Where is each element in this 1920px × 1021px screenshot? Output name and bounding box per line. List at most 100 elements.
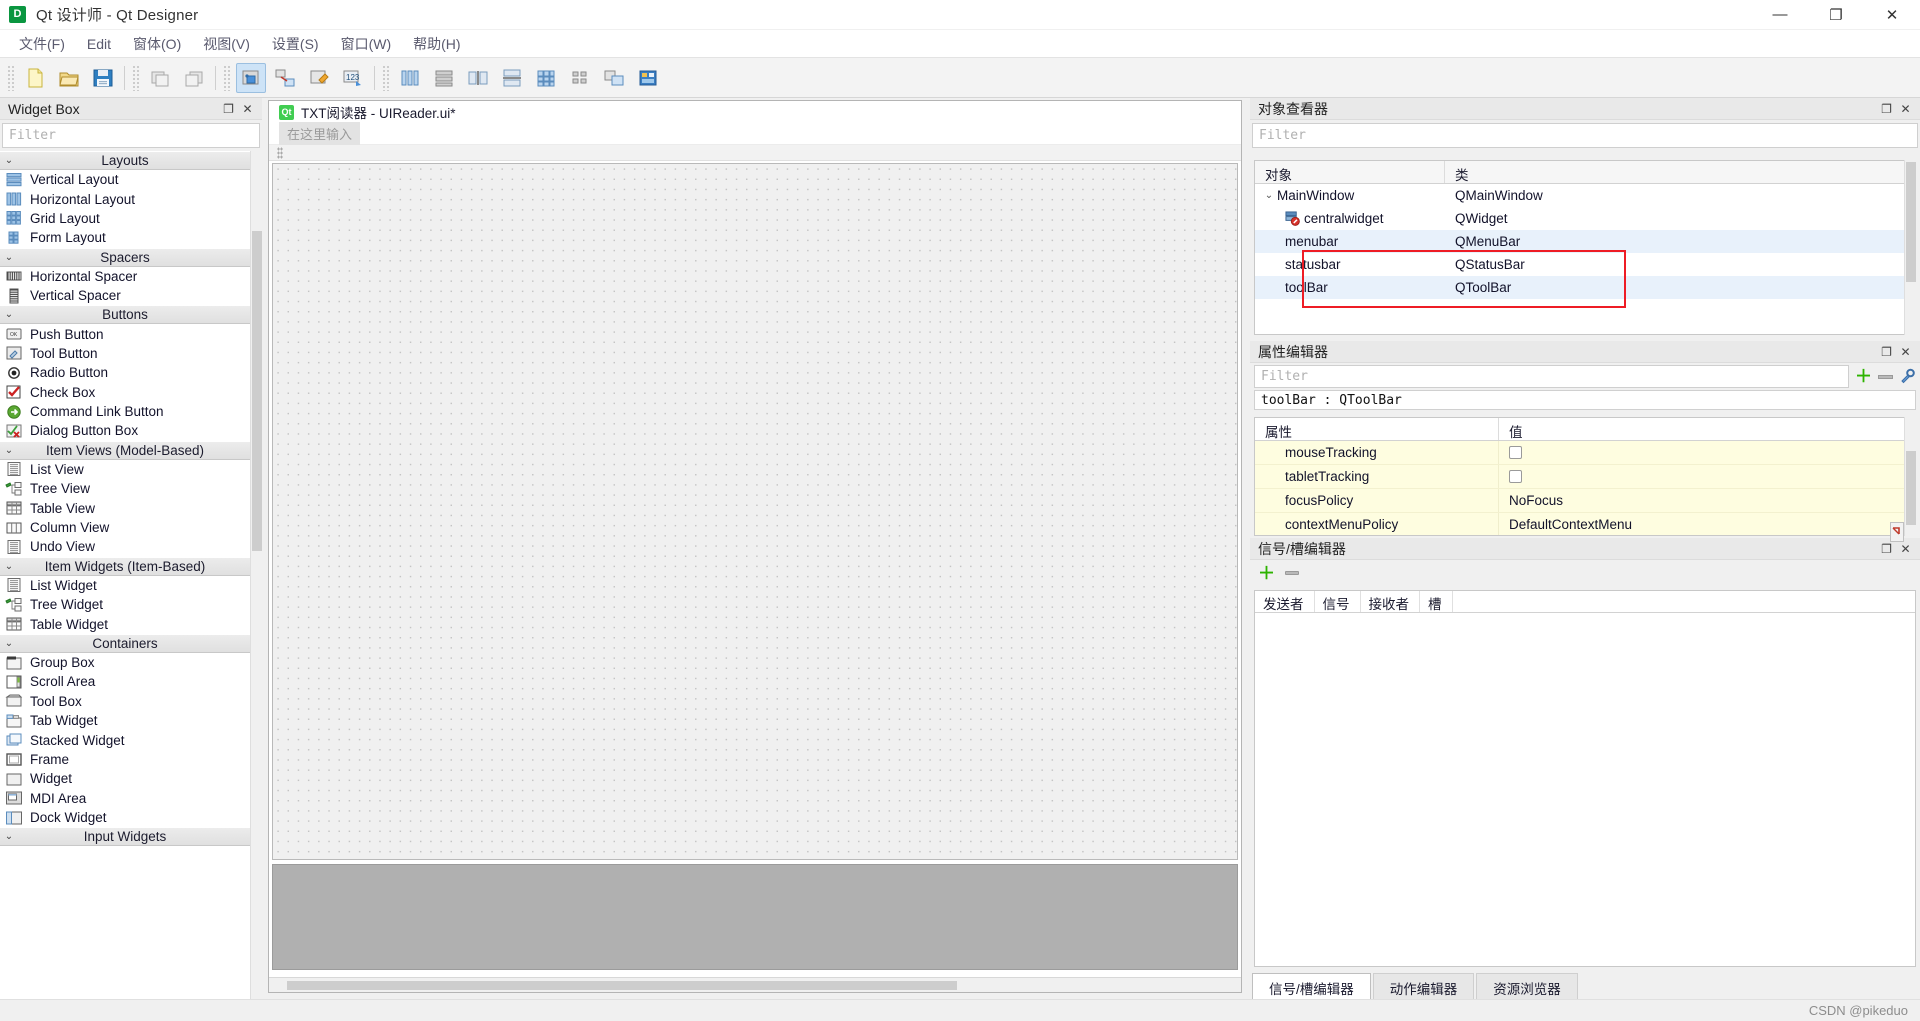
property-reset-button[interactable] bbox=[1890, 522, 1904, 542]
toolbar-grip[interactable] bbox=[7, 64, 15, 91]
layout-form-button[interactable] bbox=[565, 63, 595, 93]
widget-item-grid-layout[interactable]: Grid Layout bbox=[0, 208, 250, 229]
property-row-tabletTracking[interactable]: tabletTracking bbox=[1255, 465, 1915, 489]
widget-box-scroll-thumb[interactable] bbox=[252, 231, 262, 551]
object-inspector-filter-input[interactable] bbox=[1259, 128, 1911, 143]
widget-item-list-view[interactable]: List View bbox=[0, 459, 250, 480]
widget-item-radio-button[interactable]: Radio Button bbox=[0, 363, 250, 383]
remove-connection-icon[interactable] bbox=[1285, 571, 1299, 575]
widget-group-input-widgets[interactable]: ⌄ Input Widgets bbox=[0, 827, 250, 847]
widget-item-vertical-layout[interactable]: Vertical Layout bbox=[0, 170, 250, 190]
widget-item-horizontal-layout[interactable]: Horizontal Layout bbox=[0, 189, 250, 209]
new-form-button[interactable] bbox=[20, 63, 50, 93]
widget-item-command-link-button[interactable]: Command Link Button bbox=[0, 401, 250, 422]
object-inspector-close-button[interactable]: ✕ bbox=[1899, 102, 1912, 115]
widget-item-table-widget[interactable]: Table Widget bbox=[0, 614, 250, 634]
toolbar-grip[interactable] bbox=[132, 64, 140, 91]
widget-item-group-box[interactable]: Group Box bbox=[0, 652, 250, 673]
property-editor-scroll-thumb[interactable] bbox=[1906, 451, 1916, 525]
form-statusbar-widget[interactable] bbox=[272, 864, 1238, 970]
widget-item-table-view[interactable]: Table View bbox=[0, 498, 250, 518]
object-row-statusbar[interactable]: statusbar QStatusBar bbox=[1255, 253, 1915, 276]
widget-item-vertical-spacer[interactable]: Vertical Spacer bbox=[0, 285, 250, 306]
property-editor-close-button[interactable]: ✕ bbox=[1899, 345, 1912, 358]
layout-splitter-v-button[interactable] bbox=[497, 63, 527, 93]
remove-property-icon[interactable] bbox=[1878, 374, 1893, 379]
menu-form[interactable]: 窗体(O) bbox=[122, 30, 192, 58]
adjust-size-button[interactable] bbox=[633, 63, 663, 93]
widget-item-column-view[interactable]: Column View bbox=[0, 517, 250, 538]
widget-group-item-widgets-item-based[interactable]: ⌄ Item Widgets (Item-Based) bbox=[0, 556, 250, 576]
menu-file[interactable]: 文件(F) bbox=[8, 30, 76, 58]
widget-item-dock-widget[interactable]: Dock Widget bbox=[0, 807, 250, 828]
form-menubar-placeholder[interactable]: 在这里输入 bbox=[279, 122, 361, 145]
break-layout-button[interactable] bbox=[599, 63, 629, 93]
widget-item-tree-widget[interactable]: Tree Widget bbox=[0, 595, 250, 615]
widget-item-tab-widget[interactable]: Tab Widget bbox=[0, 710, 250, 731]
object-inspector-filter[interactable] bbox=[1252, 123, 1918, 148]
menu-view[interactable]: 视图(V) bbox=[192, 30, 261, 58]
save-form-button[interactable] bbox=[88, 63, 118, 93]
open-form-button[interactable] bbox=[54, 63, 84, 93]
form-toolbar[interactable] bbox=[269, 145, 1241, 161]
configure-property-icon[interactable] bbox=[1899, 368, 1916, 385]
object-row-mainwindow[interactable]: ⌄ MainWindow QMainWindow bbox=[1255, 184, 1915, 207]
signal-slot-editor-close-button[interactable]: ✕ bbox=[1899, 542, 1912, 555]
widget-item-check-box[interactable]: Check Box bbox=[0, 382, 250, 402]
widget-item-scroll-area[interactable]: Scroll Area bbox=[0, 672, 250, 692]
redo-button[interactable] bbox=[179, 63, 209, 93]
form-horizontal-scrollbar[interactable] bbox=[269, 977, 1241, 992]
widget-item-undo-view[interactable]: Undo View bbox=[0, 537, 250, 557]
property-row-mouseTracking[interactable]: mouseTracking bbox=[1255, 441, 1915, 465]
form-canvas[interactable] bbox=[272, 163, 1238, 860]
widget-item-mdi-area[interactable]: MDI Area bbox=[0, 788, 250, 808]
widget-group-item-views-model-based[interactable]: ⌄ Item Views (Model-Based) bbox=[0, 440, 250, 460]
property-checkbox[interactable] bbox=[1509, 446, 1522, 459]
signal-slot-editor-float-button[interactable]: ❐ bbox=[1880, 542, 1893, 555]
menu-help[interactable]: 帮助(H) bbox=[402, 30, 471, 58]
widget-item-stacked-widget[interactable]: Stacked Widget bbox=[0, 730, 250, 750]
property-row-focusPolicy[interactable]: focusPolicy NoFocus bbox=[1255, 489, 1915, 513]
widget-item-push-button[interactable]: OK Push Button bbox=[0, 324, 250, 344]
widget-item-dialog-button-box[interactable]: Dialog Button Box bbox=[0, 421, 250, 441]
form-menubar[interactable]: 在这里输入 bbox=[269, 122, 1241, 145]
widget-item-tool-box[interactable]: Tool Box bbox=[0, 691, 250, 711]
widget-group-containers[interactable]: ⌄ Containers bbox=[0, 633, 250, 653]
close-button[interactable]: ✕ bbox=[1864, 0, 1920, 30]
tab-signal-slot-editor[interactable]: 信号/槽编辑器 bbox=[1252, 973, 1371, 999]
form-scroll-thumb[interactable] bbox=[287, 981, 957, 990]
widget-box-close-button[interactable]: ✕ bbox=[241, 102, 254, 115]
layout-horizontal-button[interactable] bbox=[395, 63, 425, 93]
property-row-contextMenuPolicy[interactable]: contextMenuPolicy DefaultContextMenu bbox=[1255, 513, 1915, 535]
widget-box-filter[interactable] bbox=[2, 123, 260, 148]
maximize-button[interactable]: ❐ bbox=[1808, 0, 1864, 30]
edit-tab-order-button[interactable]: 123 bbox=[338, 63, 368, 93]
menu-window[interactable]: 窗口(W) bbox=[330, 30, 403, 58]
widget-item-list-widget[interactable]: List Widget bbox=[0, 575, 250, 596]
property-editor-filter[interactable] bbox=[1254, 365, 1849, 388]
add-connection-icon[interactable]: ＋ bbox=[1258, 565, 1275, 582]
widget-box-filter-input[interactable] bbox=[9, 128, 253, 143]
widget-group-layouts[interactable]: ⌄ Layouts bbox=[0, 151, 250, 170]
property-editor-float-button[interactable]: ❐ bbox=[1880, 345, 1893, 358]
edit-widgets-button[interactable] bbox=[236, 62, 266, 93]
object-row-menubar[interactable]: menubar QMenuBar bbox=[1255, 230, 1915, 253]
object-row-centralwidget[interactable]: centralwidget QWidget bbox=[1255, 207, 1915, 230]
menu-settings[interactable]: 设置(S) bbox=[261, 30, 330, 58]
add-property-icon[interactable]: ＋ bbox=[1855, 368, 1872, 385]
object-inspector-scrollbar[interactable] bbox=[1904, 160, 1916, 335]
widget-group-buttons[interactable]: ⌄ Buttons bbox=[0, 305, 250, 325]
toolbar-grip[interactable] bbox=[223, 64, 231, 91]
object-inspector-float-button[interactable]: ❐ bbox=[1880, 102, 1893, 115]
widget-item-frame[interactable]: Frame bbox=[0, 749, 250, 770]
form-toolbar-grip[interactable] bbox=[277, 146, 283, 159]
object-inspector-scroll-thumb[interactable] bbox=[1906, 162, 1916, 282]
property-editor-filter-input[interactable] bbox=[1261, 369, 1842, 384]
widget-item-widget[interactable]: Widget bbox=[0, 769, 250, 789]
widget-item-form-layout[interactable]: Form Layout bbox=[0, 228, 250, 248]
widget-item-tool-button[interactable]: Tool Button bbox=[0, 343, 250, 364]
widget-item-horizontal-spacer[interactable]: Horizontal Spacer bbox=[0, 266, 250, 286]
layout-grid-button[interactable] bbox=[531, 63, 561, 93]
widget-item-tree-view[interactable]: Tree View bbox=[0, 479, 250, 499]
edit-buddies-button[interactable] bbox=[304, 63, 334, 93]
